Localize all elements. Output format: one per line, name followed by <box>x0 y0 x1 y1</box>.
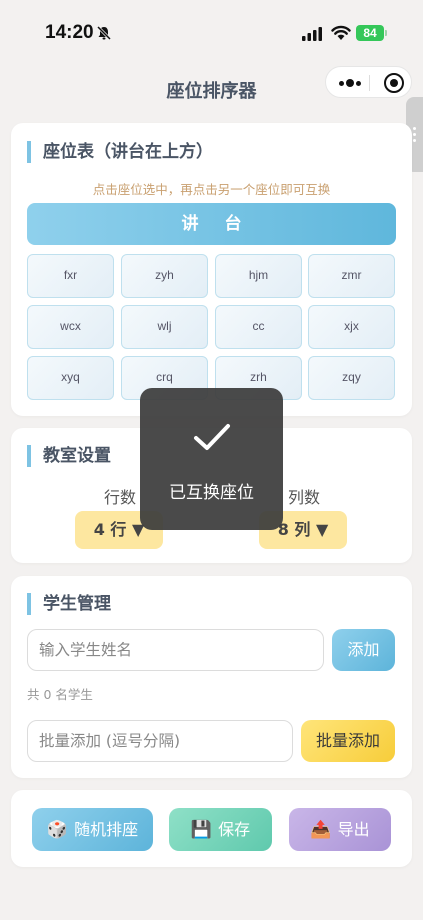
seat-chart-title: 座位表（讲台在上方） <box>27 141 213 163</box>
seat[interactable]: zmr <box>308 254 395 298</box>
student-management-card: 学生管理 输入学生姓名 添加 共 0 名学生 批量添加 (逗号分隔) 批量添加 <box>11 576 412 778</box>
swap-hint: 点击座位选中，再点击另一个座位即可互换 <box>92 182 331 197</box>
battery-indicator: 84 <box>356 25 384 41</box>
toast-message: 已互换座位 <box>169 483 254 503</box>
battery-cap <box>385 30 387 36</box>
export-button[interactable]: 📤 导出 <box>289 808 391 851</box>
save-button[interactable]: 💾 保存 <box>169 808 272 851</box>
random-seat-button[interactable]: 🎲 随机排座 <box>32 808 153 851</box>
wifi-icon <box>331 25 351 40</box>
students-title: 学生管理 <box>27 593 111 615</box>
seat[interactable]: zyh <box>121 254 208 298</box>
seat[interactable]: xyq <box>27 356 114 400</box>
checkmark-icon <box>194 424 230 450</box>
settings-title: 教室设置 <box>27 445 111 467</box>
bell-off-icon <box>96 25 112 41</box>
seat[interactable]: fxr <box>27 254 114 298</box>
floppy-icon: 💾 <box>190 820 213 840</box>
seat[interactable]: wcx <box>27 305 114 349</box>
seat[interactable]: zqy <box>308 356 395 400</box>
more-icon[interactable] <box>339 75 361 91</box>
status-time: 14:20 <box>45 22 94 43</box>
podium: 讲台 <box>27 203 396 245</box>
success-toast: 已互换座位 <box>140 388 283 530</box>
add-student-button[interactable]: 添加 <box>332 629 395 671</box>
seat[interactable]: hjm <box>215 254 302 298</box>
seat[interactable]: wlj <box>121 305 208 349</box>
batch-add-button[interactable]: 批量添加 <box>301 720 395 762</box>
student-count: 共 0 名学生 <box>27 687 93 702</box>
outbox-icon: 📤 <box>310 820 332 840</box>
status-bar: 14:20 84 <box>0 0 423 66</box>
seat[interactable]: xjx <box>308 305 395 349</box>
signal-icon <box>302 27 322 41</box>
dice-icon: 🎲 <box>46 820 69 840</box>
seat[interactable]: cc <box>215 305 302 349</box>
random-seat-label: 随机排座 <box>74 820 139 839</box>
rows-label: 行数 <box>104 488 137 507</box>
seat-chart-card: 座位表（讲台在上方） 点击座位选中，再点击另一个座位即可互换 讲台 fxr zy… <box>11 123 412 416</box>
capsule-divider <box>369 75 370 91</box>
save-label: 保存 <box>218 820 251 839</box>
mini-program-capsule[interactable] <box>325 66 412 98</box>
close-target-icon[interactable] <box>384 73 404 93</box>
batch-add-input[interactable]: 批量添加 (逗号分隔) <box>27 720 293 762</box>
student-name-input[interactable]: 输入学生姓名 <box>27 629 324 671</box>
actions-card: 🎲 随机排座 💾 保存 📤 导出 <box>11 790 412 867</box>
cols-label: 列数 <box>288 488 321 507</box>
export-label: 导出 <box>337 820 370 839</box>
